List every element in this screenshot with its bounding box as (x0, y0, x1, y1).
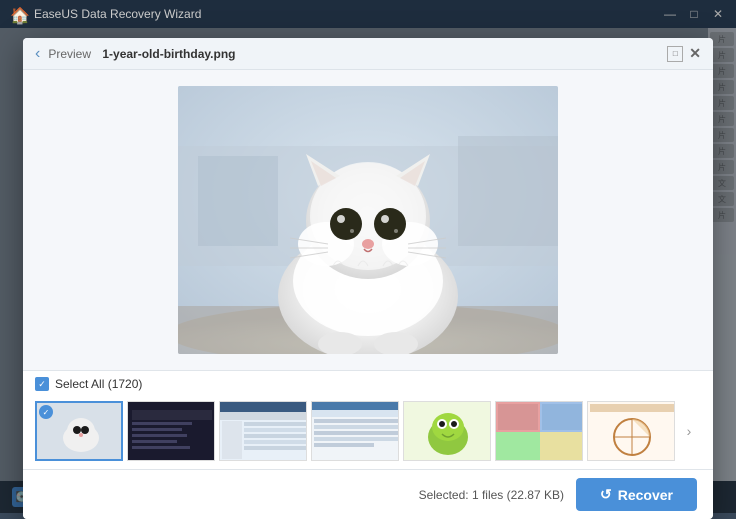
thumbnail-image[interactable] (495, 401, 583, 461)
thumbnail-image[interactable] (127, 401, 215, 461)
thumbnail-image[interactable]: ✓ (35, 401, 123, 461)
recover-icon: ↺ (600, 486, 612, 503)
minimize-button[interactable]: — (662, 6, 678, 22)
thumbnail-item[interactable] (219, 401, 307, 461)
thumbnail-item[interactable] (311, 401, 399, 461)
modal-restore-button[interactable]: □ (667, 46, 683, 62)
thumbnail-image[interactable] (587, 401, 675, 461)
thumbnail-item[interactable] (403, 401, 491, 461)
thumbnail-item[interactable] (587, 401, 675, 461)
thumbnail-image[interactable] (403, 401, 491, 461)
preview-area (23, 70, 713, 370)
thumbnail-item[interactable] (495, 401, 583, 461)
thumbnails-section: ✓ Select All (1720) (23, 370, 713, 469)
modal-title-label: Preview (48, 47, 91, 61)
preview-modal: ‹ Preview 1-year-old-birthday.png □ ✕ (23, 38, 713, 519)
thumbnail-item[interactable]: ✓ (35, 401, 123, 461)
thumbnail-item[interactable] (127, 401, 215, 461)
modal-close-button[interactable]: ✕ (689, 45, 701, 62)
modal-filename: 1-year-old-birthday.png (102, 47, 235, 61)
select-all-label: Select All (1720) (55, 377, 142, 391)
thumbnail-image[interactable] (219, 401, 307, 461)
modal-overlay: ‹ Preview 1-year-old-birthday.png □ ✕ (0, 28, 736, 513)
thumbnail-image[interactable] (311, 401, 399, 461)
back-button[interactable]: ‹ (35, 45, 40, 63)
thumbnail-next-arrow[interactable]: › (679, 401, 699, 461)
select-all-bar: ✓ Select All (1720) (23, 371, 713, 397)
recover-button[interactable]: ↺ Recover (576, 478, 697, 511)
check-icon: ✓ (38, 379, 46, 390)
select-all-checkbox[interactable]: ✓ (35, 377, 49, 391)
title-separator (95, 47, 98, 61)
thumbnail-check: ✓ (39, 405, 53, 419)
app-icon: 🏠 (10, 6, 26, 22)
modal-titlebar: ‹ Preview 1-year-old-birthday.png □ ✕ (23, 38, 713, 70)
action-bar: Selected: 1 files (22.87 KB) ↺ Recover (23, 469, 713, 519)
selected-info: Selected: 1 files (22.87 KB) (419, 488, 564, 502)
preview-image (178, 86, 558, 354)
titlebar-controls: — □ ✕ (662, 6, 726, 22)
maximize-button[interactable]: □ (686, 6, 702, 22)
recover-label: Recover (618, 487, 673, 503)
app-titlebar: 🏠 EaseUS Data Recovery Wizard — □ ✕ (0, 0, 736, 28)
app-title: EaseUS Data Recovery Wizard (34, 7, 662, 21)
thumbnail-strip: ✓ (23, 397, 713, 469)
close-button[interactable]: ✕ (710, 6, 726, 22)
